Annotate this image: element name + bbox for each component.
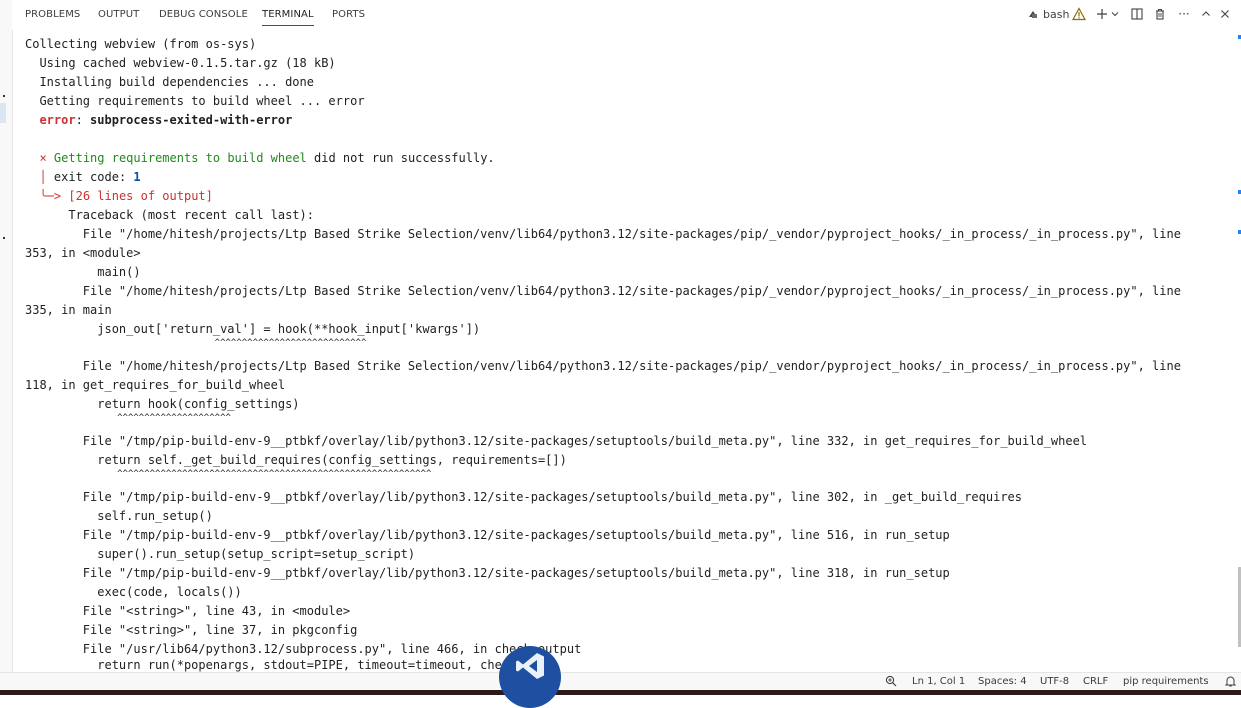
exit-code-label: exit code:: [53, 170, 134, 184]
terminal-scrollbar[interactable]: [1237, 30, 1241, 672]
shell-label: bash: [1043, 7, 1070, 21]
terminal-output[interactable]: Collecting webview (from os-sys) Using c…: [12, 30, 1229, 672]
terminal-line: 335, in main: [25, 303, 112, 317]
terminal-line: Collecting webview (from os-sys): [25, 37, 257, 51]
strip-highlight: [0, 103, 6, 123]
warning-icon[interactable]: [1072, 4, 1086, 24]
terminal-line: self.run_setup(): [25, 509, 213, 523]
tab-ports[interactable]: PORTS: [332, 9, 365, 20]
terminal-line-exit-code: │ exit code: 1: [39, 170, 141, 184]
terminal-line: File "<string>", line 37, in pkgconfig: [25, 623, 358, 637]
end-of-line[interactable]: CRLF: [1083, 676, 1108, 687]
terminal-line: main(): [25, 265, 141, 279]
status-bar: Ln 1, Col 1 Spaces: 4 UTF-8 CRLF pip req…: [0, 672, 1241, 691]
panel-tab-bar: PROBLEMS OUTPUT DEBUG CONSOLE TERMINAL P…: [12, 0, 1241, 30]
terminal-line: exec(code, locals()): [25, 585, 242, 599]
terminal-line-error: error: subprocess-exited-with-error: [39, 113, 293, 127]
terminal-line: Using cached webview-0.1.5.tar.gz (18 kB…: [25, 56, 336, 70]
bell-icon[interactable]: [1224, 675, 1237, 690]
encoding[interactable]: UTF-8: [1040, 676, 1069, 687]
vscode-logo-icon: [499, 646, 561, 708]
terminal-line-output-note: ╰─> [26 lines of output]: [25, 187, 213, 206]
terminal-line-failure: × Getting requirements to build wheel di…: [25, 149, 495, 168]
more-icon[interactable]: ···: [1176, 4, 1192, 24]
terminal-line: 118, in get_requires_for_build_wheel: [25, 378, 286, 392]
arrow-icon: ╰─>: [39, 189, 62, 203]
tab-problems[interactable]: PROBLEMS: [25, 9, 80, 20]
terminal-line: File "/tmp/pip-build-env-9__ptbkf/overla…: [25, 528, 950, 542]
terminal-line-carets: ^^^^^^^^^^^^^^^^^^^^^: [25, 413, 231, 423]
terminal-line: return run(*popenargs, stdout=PIPE, time…: [25, 658, 560, 672]
terminal-line: File "/home/hitesh/projects/Ltp Based St…: [25, 284, 1181, 298]
failed-step: Getting requirements to build wheel: [53, 151, 307, 165]
terminal-line: File "/tmp/pip-build-env-9__ptbkf/overla…: [25, 434, 1088, 448]
chevron-down-icon[interactable]: [1110, 4, 1120, 24]
terminal-line: File "/tmp/pip-build-env-9__ptbkf/overla…: [25, 490, 1022, 504]
bash-terminal-icon: [1029, 11, 1037, 18]
error-prefix: error: [39, 113, 76, 127]
output-note: [26 lines of output]: [68, 189, 213, 203]
x-mark-icon: ×: [39, 151, 47, 165]
terminal-line: Installing build dependencies ... done: [25, 75, 314, 89]
add-terminal-icon[interactable]: [1095, 4, 1109, 24]
terminal-line-carets: ^^^^^^^^^^^^^^^^^^^^^^^^^^^^: [25, 338, 367, 348]
zoom-icon[interactable]: [885, 675, 897, 690]
taskbar-edge: [0, 690, 1241, 695]
tab-debug-console[interactable]: DEBUG CONSOLE: [159, 9, 248, 20]
split-terminal-icon[interactable]: [1130, 4, 1144, 24]
terminal-line: 353, in <module>: [25, 246, 141, 260]
maximize-chevron-icon[interactable]: [1199, 4, 1213, 24]
failure-text: did not run successfully.: [306, 151, 495, 165]
exit-code-value: 1: [133, 170, 141, 184]
close-icon[interactable]: [1218, 4, 1232, 24]
error-message: subprocess-exited-with-error: [90, 113, 293, 127]
terminal-line: File "/home/hitesh/projects/Ltp Based St…: [25, 227, 1181, 241]
tab-output[interactable]: OUTPUT: [98, 9, 139, 20]
language-mode[interactable]: pip requirements: [1123, 676, 1209, 687]
terminal-line: File "<string>", line 43, in <module>: [25, 604, 351, 618]
tab-terminal[interactable]: TERMINAL: [262, 9, 314, 26]
indentation[interactable]: Spaces: 4: [978, 676, 1027, 687]
terminal-shell-selector[interactable]: bash: [1027, 5, 1069, 23]
terminal-line: Getting requirements to build wheel ... …: [25, 94, 365, 108]
strip-dot: [3, 95, 5, 97]
strip-dot: [3, 237, 5, 239]
terminal-line: File "/home/hitesh/projects/Ltp Based St…: [25, 359, 1181, 373]
trash-icon[interactable]: [1153, 4, 1167, 24]
cursor-position[interactable]: Ln 1, Col 1: [912, 676, 965, 687]
terminal-line: Traceback (most recent call last):: [25, 208, 314, 222]
terminal-line: super().run_setup(setup_script=setup_scr…: [25, 547, 416, 561]
terminal-line: File "/tmp/pip-build-env-9__ptbkf/overla…: [25, 566, 950, 580]
terminal-line-carets: ^^^^^^^^^^^^^^^^^^^^^^^^^^^^^^^^^^^^^^^^…: [25, 469, 432, 479]
